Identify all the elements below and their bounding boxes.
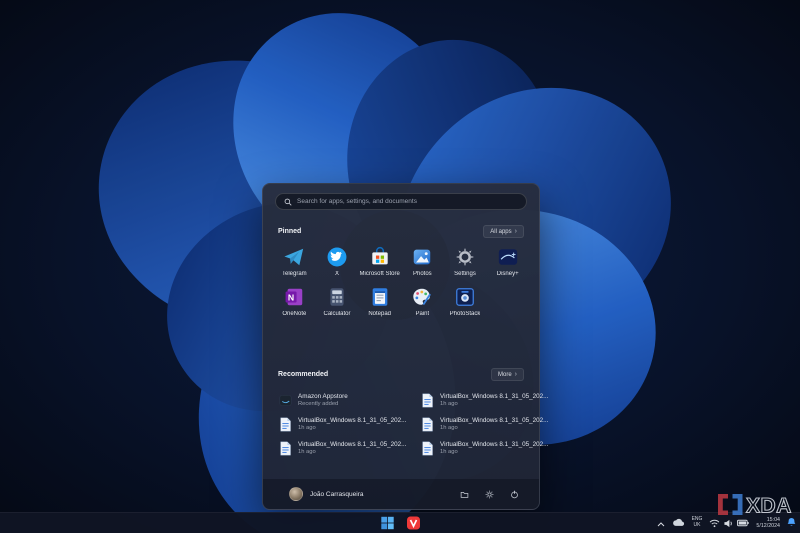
- language-indicator[interactable]: ENG UK: [692, 516, 703, 529]
- clock-date: 5/12/2024: [756, 523, 780, 529]
- disney-plus-icon: [497, 246, 519, 268]
- search-input[interactable]: [297, 198, 518, 205]
- amazon-appstore-icon: [279, 393, 292, 408]
- document-icon: [279, 417, 292, 432]
- pinned-apps-grid: Telegram X Microsoft Store Photos Settin…: [263, 244, 539, 322]
- weather-cloud-icon[interactable]: [672, 514, 685, 532]
- recommended-item[interactable]: Amazon Appstore Recently added: [274, 389, 411, 412]
- power-icon[interactable]: [510, 490, 519, 499]
- pinned-app-notepad[interactable]: Notepad: [358, 284, 401, 322]
- search-bar[interactable]: [275, 193, 527, 210]
- pinned-app-photos[interactable]: Photos: [401, 244, 444, 282]
- recommended-item[interactable]: VirtualBox_Windows 8.1_31_05_202... 1h a…: [274, 413, 411, 436]
- all-apps-button[interactable]: All apps ›: [483, 225, 524, 238]
- user-name[interactable]: João Carrasqueira: [310, 491, 363, 498]
- folder-icon[interactable]: [460, 490, 469, 499]
- recommended-item[interactable]: VirtualBox_Windows 8.1_31_05_202... 1h a…: [416, 413, 553, 436]
- volume-icon: [724, 519, 733, 527]
- pinned-app-paint[interactable]: Paint: [401, 284, 444, 322]
- pinned-app-settings[interactable]: Settings: [444, 244, 487, 282]
- more-button[interactable]: More ›: [490, 368, 524, 381]
- document-icon: [421, 393, 434, 408]
- wifi-icon: [710, 519, 720, 527]
- vivaldi-icon: [406, 516, 420, 530]
- notification-bell-icon[interactable]: [787, 514, 796, 532]
- photos-icon: [411, 246, 433, 268]
- recommended-item[interactable]: VirtualBox_Windows 8.1_31_05_202... 1h a…: [416, 437, 553, 460]
- document-icon: [279, 441, 292, 456]
- chevron-right-icon: ›: [514, 371, 517, 378]
- clock[interactable]: 15:04 5/12/2024: [756, 517, 780, 530]
- pinned-app-calculator[interactable]: Calculator: [316, 284, 359, 322]
- recommended-item[interactable]: VirtualBox_Windows 8.1_31_05_202... 1h a…: [416, 389, 553, 412]
- settings-gear-icon: [454, 246, 476, 268]
- notepad-icon: [369, 286, 391, 308]
- recommended-title: Recommended: [278, 371, 329, 378]
- pinned-app-disney-plus[interactable]: Disney+: [486, 244, 529, 282]
- svg-text:N: N: [288, 292, 294, 302]
- photostack-icon: [454, 286, 476, 308]
- system-tray: ENG UK 15:04 5/12/2024: [657, 513, 796, 533]
- calculator-icon: [326, 286, 348, 308]
- document-icon: [421, 417, 434, 432]
- telegram-icon: [283, 246, 305, 268]
- pinned-app-photostack[interactable]: PhotoStack: [444, 284, 487, 322]
- vivaldi-button[interactable]: [406, 516, 421, 531]
- desktop[interactable]: Pinned All apps › Telegram X: [0, 0, 800, 533]
- pinned-app-x[interactable]: X: [316, 244, 359, 282]
- onenote-icon: N: [283, 286, 305, 308]
- avatar[interactable]: [289, 487, 303, 501]
- paint-icon: [411, 286, 433, 308]
- chevron-right-icon: ›: [514, 228, 517, 235]
- microsoft-store-icon: [369, 246, 391, 268]
- start-menu: Pinned All apps › Telegram X: [262, 183, 548, 510]
- recommended-grid: Amazon Appstore Recently added VirtualBo…: [263, 389, 548, 460]
- tray-chevron-up-icon[interactable]: [657, 514, 665, 532]
- recommended-item[interactable]: VirtualBox_Windows 8.1_31_05_202... 1h a…: [274, 437, 411, 460]
- quick-settings[interactable]: [709, 519, 750, 528]
- pinned-title: Pinned: [278, 228, 302, 235]
- battery-icon: [737, 519, 750, 527]
- taskbar: ENG UK 15:04 5/12/2024: [0, 512, 800, 533]
- search-icon: [284, 198, 292, 206]
- start-button[interactable]: [380, 516, 395, 531]
- pinned-app-telegram[interactable]: Telegram: [273, 244, 316, 282]
- start-menu-footer: João Carrasqueira: [263, 479, 539, 509]
- document-icon: [421, 441, 434, 456]
- pinned-app-microsoft-store[interactable]: Microsoft Store: [358, 244, 401, 282]
- windows-start-icon: [380, 516, 394, 530]
- x-icon: [326, 246, 348, 268]
- settings-gear-icon[interactable]: [485, 490, 494, 499]
- pinned-app-onenote[interactable]: N OneNote: [273, 284, 316, 322]
